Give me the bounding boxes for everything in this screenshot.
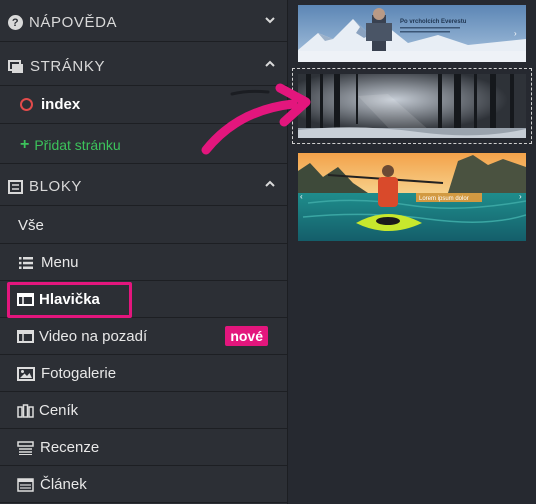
selection-highlight [7,282,132,318]
block-item-pricing[interactable]: Ceník [0,393,287,429]
section-help-label: NÁPOVĚDA [29,14,118,31]
block-item-label: Článek [40,476,87,493]
forest-image [298,74,526,138]
block-item-label: Ceník [39,402,79,419]
block-item-label: Video na pozadí [39,328,148,345]
header-layout-icon [17,330,34,343]
sidebar: ? NÁPOVĚDA STRÁNKY index + Přidat stránk… [0,0,288,504]
block-thumbnail[interactable]: Lorem ipsum dolor ‹ › [298,153,526,241]
thumbnail-title: Po vrcholcích Everestu [400,19,467,25]
block-item-header[interactable]: Hlavička [0,282,287,318]
block-item-article[interactable]: Článek [0,467,287,503]
block-item-gallery[interactable]: Fotogalerie [0,356,287,392]
question-circle-icon: ? [8,15,23,30]
plus-icon: + [20,135,30,153]
reviews-icon [17,440,34,455]
thumbnail-title: Lorem ipsum dolor [419,196,469,202]
block-item-all[interactable]: Vše [0,208,287,244]
mountain-image: Po vrcholcích Everestu › [298,5,526,62]
section-blocks-label: BLOKY [29,178,83,195]
list-icon [19,256,33,269]
section-blocks[interactable]: BLOKY [0,168,287,206]
block-thumbnail[interactable] [298,74,526,138]
list-box-icon [8,179,23,194]
chevron-down-icon[interactable] [265,15,275,25]
image-icon [17,366,35,381]
chevron-up-icon[interactable] [265,59,275,69]
pricing-icon [17,403,34,418]
section-help[interactable]: ? NÁPOVĚDA [0,4,287,42]
article-icon [17,477,34,492]
block-item-menu[interactable]: Menu [0,245,287,281]
block-item-label: Recenze [40,439,100,456]
block-item-label: Menu [41,254,79,271]
page-item-label: index [41,96,81,113]
pages-icon [8,59,23,73]
kayak-image: Lorem ipsum dolor ‹ › [298,153,526,241]
pointer-arrow-icon [201,83,311,155]
section-pages-label: STRÁNKY [30,58,106,75]
block-thumbnail[interactable]: Po vrcholcích Everestu › [298,5,526,62]
block-item-label: Fotogalerie [41,365,117,382]
new-badge: nové [225,326,268,346]
chevron-right-icon: › [519,192,522,201]
block-item-reviews[interactable]: Recenze [0,430,287,466]
add-page-label: Přidat stránku [34,136,121,153]
circle-outline-icon [20,98,33,111]
chevron-left-icon: ‹ [300,192,303,201]
block-item-label: Vše [18,217,44,234]
block-item-video-background[interactable]: Video na pozadí nové [0,319,287,355]
chevron-up-icon[interactable] [265,179,275,189]
chevron-right-icon: › [514,29,517,38]
